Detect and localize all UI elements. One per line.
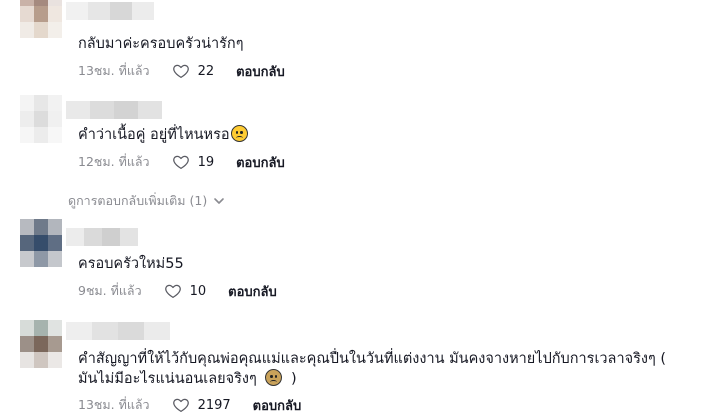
comment-meta: 13ชม. ที่แล้ว 2197 ตอบกลับ (78, 396, 301, 414)
username-blurred[interactable] (66, 101, 162, 119)
like-count: 2197 (197, 397, 231, 413)
like-button[interactable]: 2197 (172, 396, 231, 414)
comment-text-line2-end: ) (290, 371, 297, 387)
like-button[interactable]: 22 (172, 62, 215, 80)
like-count: 19 (197, 154, 215, 170)
comment-time: 12ชม. ที่แล้ว (78, 154, 150, 169)
sad-face-emoji-icon (230, 125, 248, 142)
reply-button[interactable]: ตอบกลับ (253, 395, 302, 416)
comment-time: 13ชม. ที่แล้ว (78, 397, 150, 412)
comment-text: กลับมาค่ะครอบครัวน่ารักๆ (78, 36, 244, 52)
heart-outline-icon (172, 64, 189, 78)
username-blurred[interactable] (66, 228, 138, 246)
username-blurred[interactable] (66, 2, 154, 20)
view-more-replies-label: ดูการตอบกลับเพิ่มเติม (1) (68, 193, 208, 208)
reply-button[interactable]: ตอบกลับ (236, 152, 285, 173)
comment-meta: 13ชม. ที่แล้ว 22 ตอบกลับ (78, 62, 285, 80)
comment-text-line2: มันไม่มีอะไรแน่นอนเลยจริงๆ (78, 371, 257, 387)
avatar[interactable] (20, 0, 62, 38)
comment-time: 9ชม. ที่แล้ว (78, 283, 142, 298)
like-button[interactable]: 10 (164, 282, 207, 300)
like-button[interactable]: 19 (172, 153, 215, 171)
comment-text: คำสัญญาที่ให้ไว้กับคุณพ่อคุณแม่และคุณปื่… (78, 351, 667, 367)
heart-outline-icon (164, 284, 181, 298)
username-blurred[interactable] (66, 322, 170, 340)
comment-text-body: คำว่าเนื้อคู่ อยู่ที่ไหนหรอ (78, 127, 230, 143)
comment-text-continued: มันไม่มีอะไรแน่นอนเลยจริงๆ ) (78, 368, 297, 390)
like-count: 22 (197, 63, 215, 79)
comment-time: 13ชม. ที่แล้ว (78, 63, 150, 78)
comment-meta: 12ชม. ที่แล้ว 19 ตอบกลับ (78, 153, 285, 171)
heart-outline-icon (172, 155, 189, 169)
chevron-down-icon (214, 198, 225, 204)
avatar[interactable] (20, 95, 62, 143)
view-more-replies-button[interactable]: ดูการตอบกลับเพิ่มเติม (1) (68, 191, 225, 211)
heart-outline-icon (172, 398, 189, 412)
like-count: 10 (189, 283, 207, 299)
sad-face-emoji-icon (265, 369, 283, 386)
reply-button[interactable]: ตอบกลับ (228, 281, 277, 302)
comment-meta: 9ชม. ที่แล้ว 10 ตอบกลับ (78, 282, 277, 300)
reply-button[interactable]: ตอบกลับ (236, 61, 285, 82)
avatar[interactable] (20, 320, 62, 368)
comment-text: คำว่าเนื้อคู่ อยู่ที่ไหนหรอ (78, 124, 248, 146)
avatar[interactable] (20, 219, 62, 267)
comment-text: ครอบครัวใหม่55 (78, 256, 184, 272)
